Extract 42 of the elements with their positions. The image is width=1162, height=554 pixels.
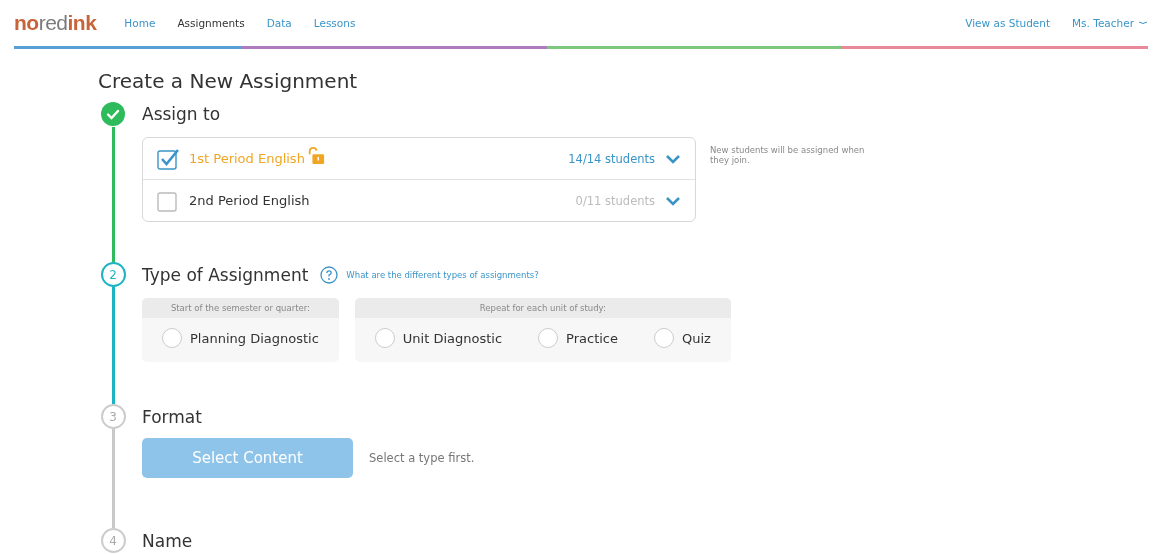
step-title: Name <box>142 531 193 551</box>
nav-link[interactable]: Lessons <box>313 17 356 29</box>
option-label: Unit Diagnostic <box>402 330 503 346</box>
nav-link[interactable]: View as Student <box>965 17 1051 29</box>
help-icon[interactable] <box>320 266 339 284</box>
nav-link[interactable]: Data <box>266 17 292 29</box>
option-label: Planning Diagnostic <box>190 330 319 346</box>
group-heading: Start of the semester or quarter: <box>142 298 339 318</box>
group-heading: Repeat for each unit of study: <box>354 298 731 318</box>
note-text: New students will be assigned when they join. <box>710 145 866 166</box>
page-title: Create a New Assignment <box>98 69 359 93</box>
class-name: 1st Period English <box>189 151 305 166</box>
radio-option[interactable]: Unit Diagnostic <box>374 328 503 348</box>
step-number: 2 <box>100 262 126 287</box>
student-count: 0/11 students <box>575 193 655 208</box>
step-title: Assign to <box>142 104 221 124</box>
step-title: Format <box>142 407 202 427</box>
radio-button[interactable] <box>654 328 674 348</box>
logo[interactable]: noredink <box>14 11 97 35</box>
help-link[interactable]: What are the different types of assignments? <box>346 270 539 280</box>
user-menu[interactable]: Ms. Teacher <box>1072 17 1148 29</box>
step-number: 3 <box>100 404 126 429</box>
nav-link[interactable]: Home <box>124 17 156 29</box>
radio-option[interactable]: Planning Diagnostic <box>162 328 319 348</box>
nav-link[interactable]: Assignments <box>177 17 245 29</box>
checkbox[interactable] <box>157 189 179 212</box>
radio-button[interactable] <box>538 328 559 348</box>
option-label: Quiz <box>682 330 711 346</box>
student-count: 14/14 students <box>568 151 655 166</box>
chevron-down-icon[interactable] <box>665 195 681 206</box>
radio-option[interactable]: Practice <box>538 328 618 348</box>
chevron-down-icon[interactable] <box>665 153 681 164</box>
hint-text: Select a type first. <box>369 451 475 465</box>
radio-button[interactable] <box>374 328 395 348</box>
chevron-icon <box>1138 20 1148 26</box>
radio-option[interactable]: Quiz <box>654 328 711 348</box>
radio-button[interactable] <box>162 328 182 348</box>
step-number: 4 <box>100 528 126 553</box>
option-label: Practice <box>566 330 618 346</box>
step-title: Type of Assignment <box>142 265 309 285</box>
checkbox[interactable] <box>157 147 179 170</box>
class-name: 2nd Period English <box>189 193 310 208</box>
